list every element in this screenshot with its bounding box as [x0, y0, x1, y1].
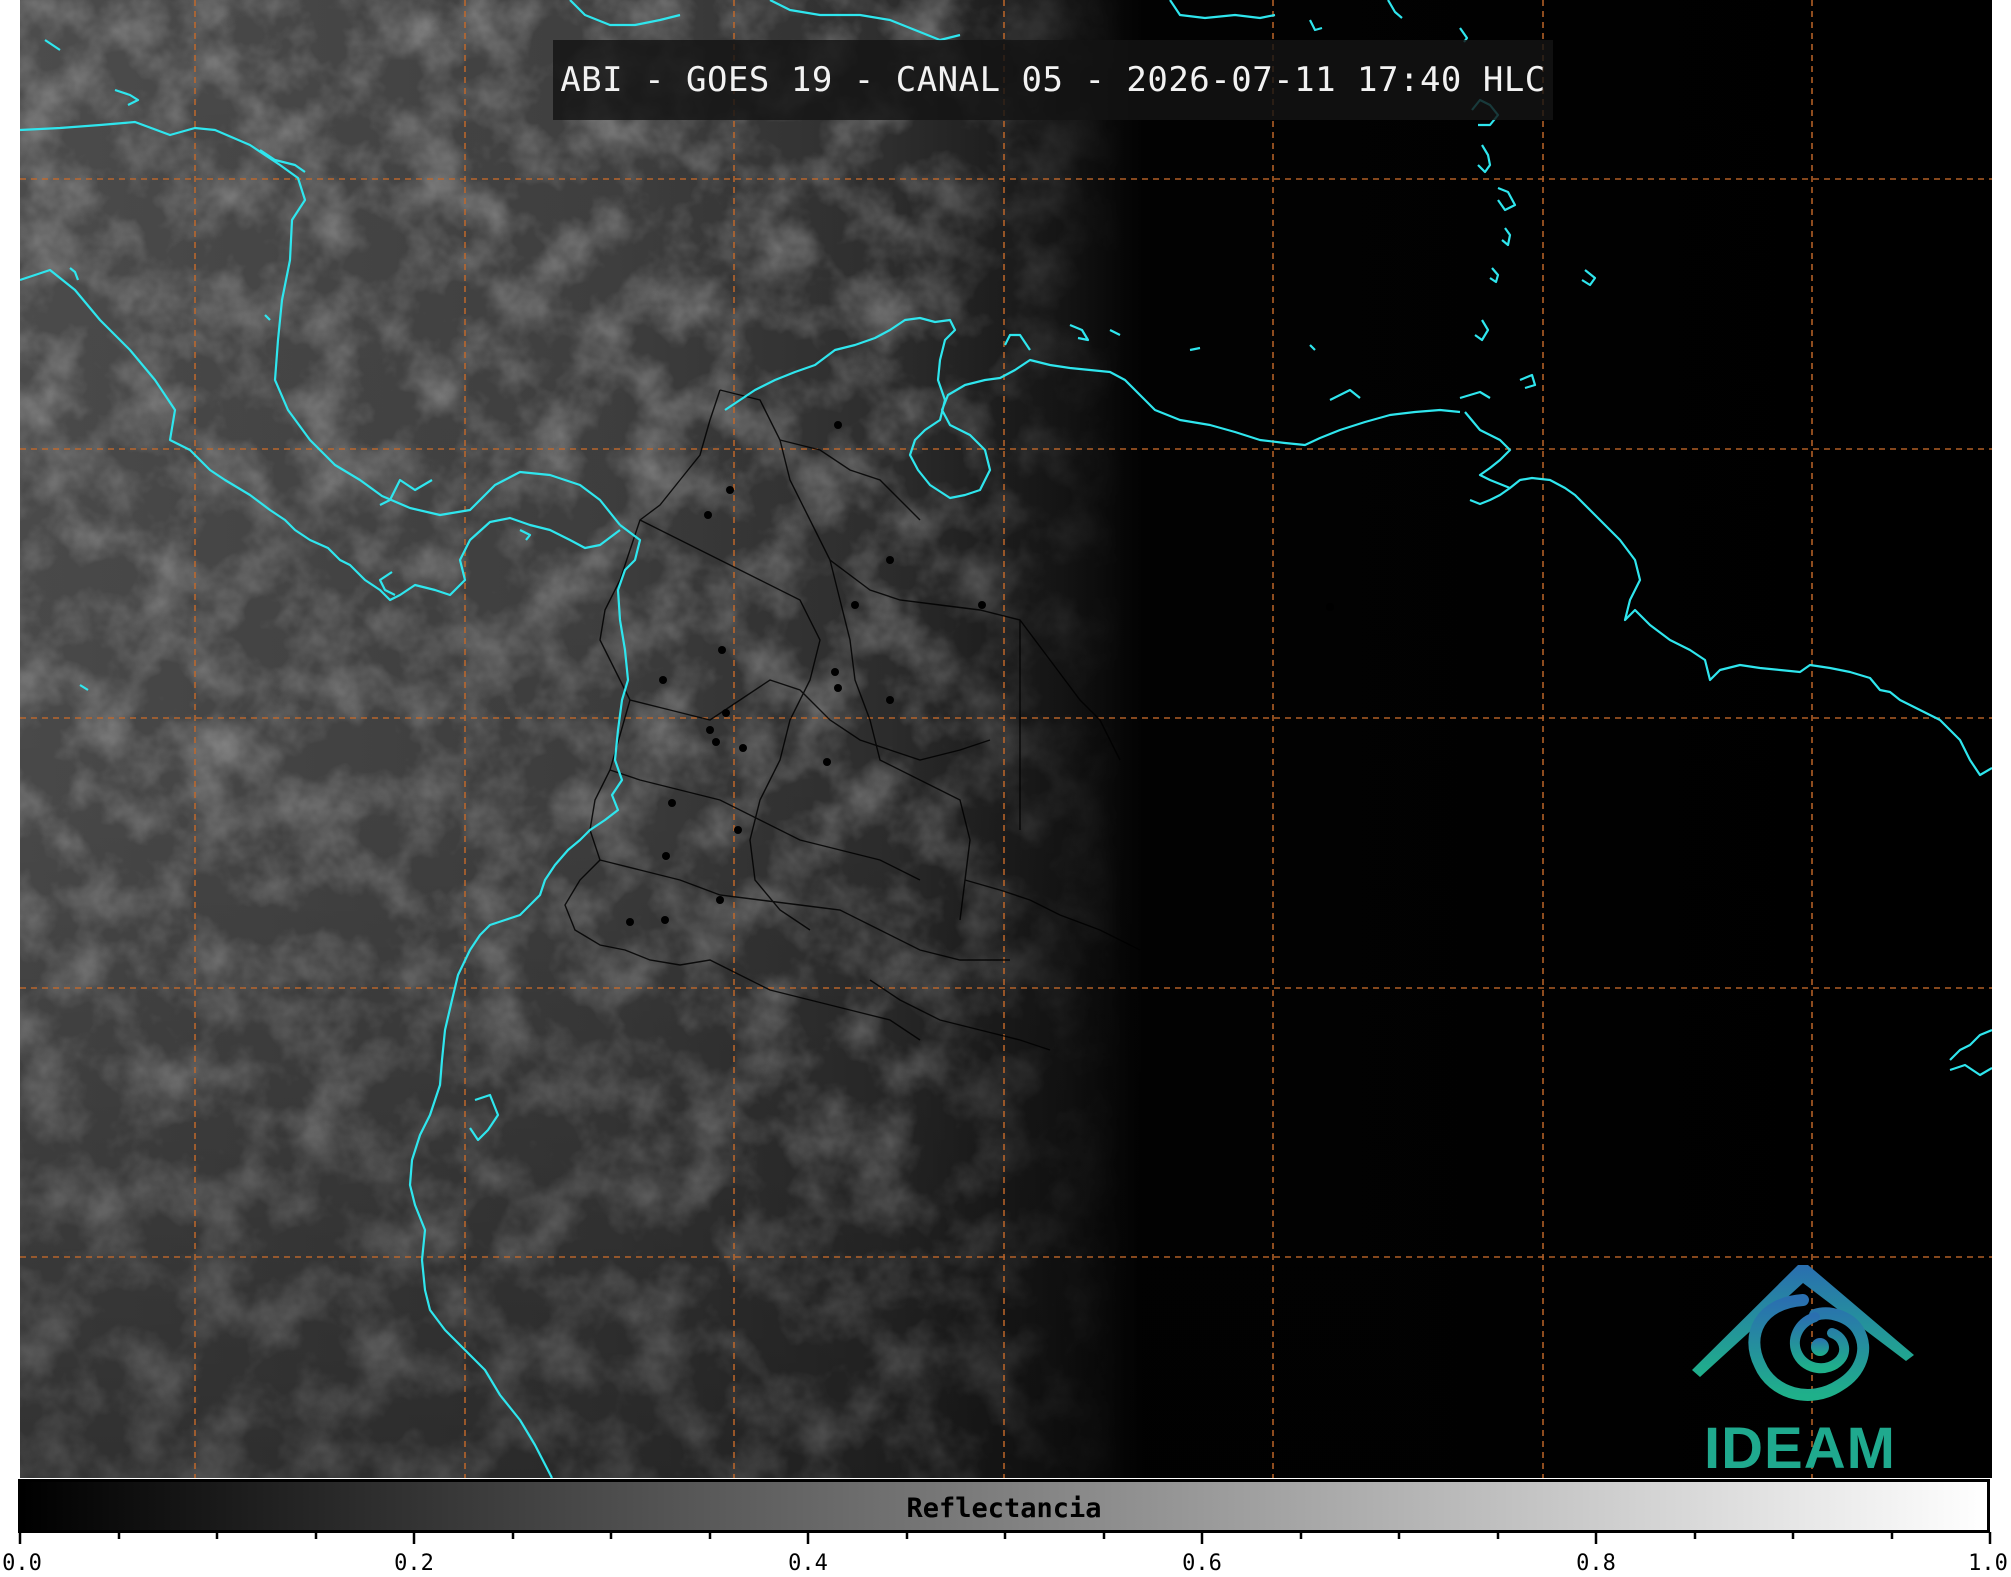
- colorbar-tick-label: 0.2: [394, 1551, 434, 1576]
- title-banner: ABI - GOES 19 - CANAL 05 - 2026-07-11 17…: [553, 40, 1553, 120]
- ideam-logo: IDEAM: [1680, 1255, 1920, 1478]
- colorbar-tick-label: 1.0: [1968, 1551, 2008, 1576]
- colorbar-tick-label: 0.4: [788, 1551, 828, 1576]
- colorbar: Reflectancia: [18, 1479, 1990, 1533]
- colorbar-tick-label: 0.8: [1576, 1551, 1616, 1576]
- colorbar-tick-label: 0.0: [2, 1551, 42, 1576]
- image-title: ABI - GOES 19 - CANAL 05 - 2026-07-11 17…: [560, 60, 1546, 100]
- satellite-map[interactable]: ABI - GOES 19 - CANAL 05 - 2026-07-11 17…: [20, 0, 1992, 1478]
- colorbar-label: Reflectancia: [906, 1493, 1102, 1524]
- logo-text: IDEAM: [1704, 1416, 1896, 1478]
- ideam-logo-emblem: [1692, 1265, 1914, 1401]
- colorbar-ticks: [18, 1532, 1992, 1544]
- colorbar-tick-label: 0.6: [1182, 1551, 1222, 1576]
